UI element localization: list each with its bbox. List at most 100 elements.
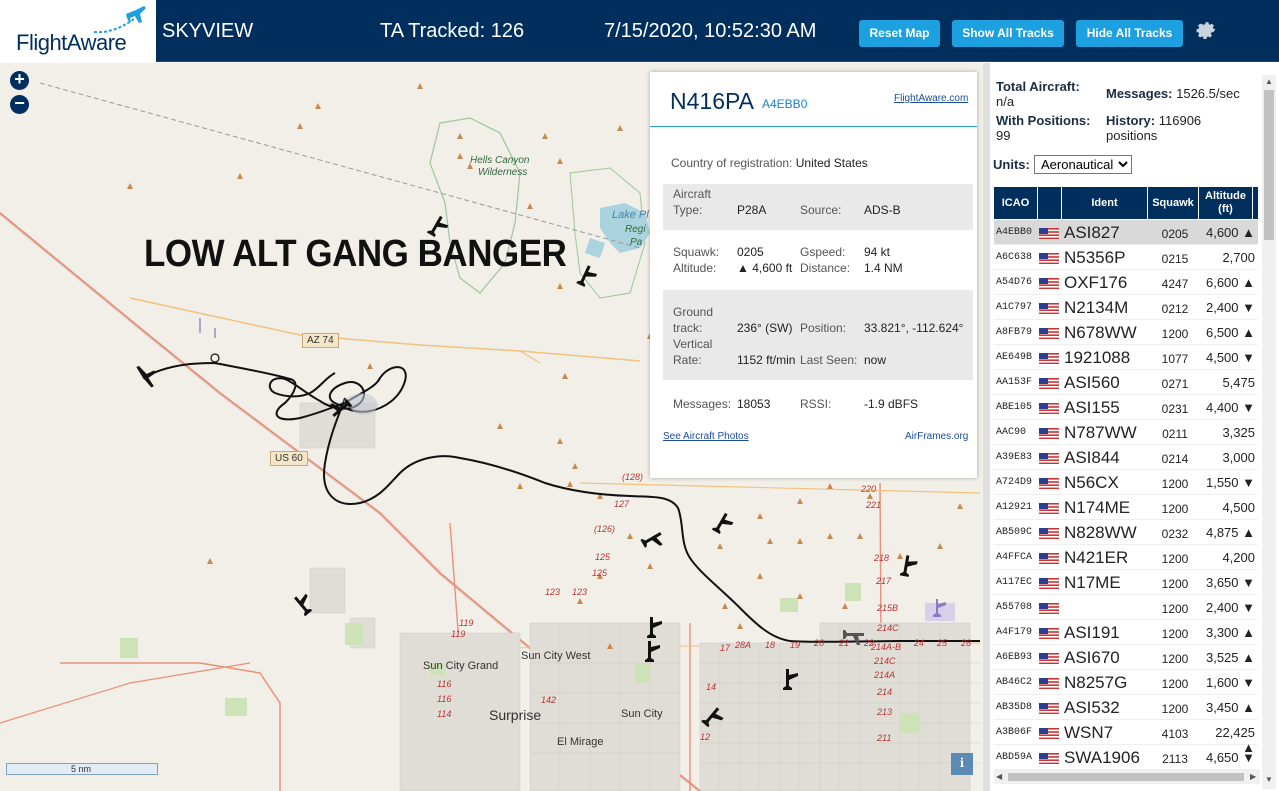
table-row[interactable]: A4F179 ASI191 1200 3,300 ▲ [994,620,1258,645]
row-icao: AAC90 [996,427,1027,438]
scroll-right-arrow-icon[interactable]: ▶ [1250,772,1256,781]
us-flag-icon [1039,228,1059,239]
table-row[interactable]: A6C638 N5356P 0215 2,700 [994,245,1258,270]
scroll-left-arrow-icon[interactable]: ◀ [996,772,1002,781]
regi-label: Regi [625,224,646,235]
column-header-flag [1038,187,1062,219]
row-icao: A4F179 [996,627,1033,638]
route-number: 214 [877,687,893,697]
row-squawk: 1200 [1161,677,1189,691]
table-row[interactable]: AB35D8 ASI532 1200 3,450 ▲ [994,695,1258,720]
row-squawk: 4103 [1161,727,1189,741]
table-row[interactable]: ABD59A SWA1906 2113 4,650 ▼ [994,745,1258,770]
row-ident: ASI532 [1064,698,1120,717]
table-row[interactable]: A12921 N174ME 1200 4,500 [994,495,1258,520]
flightaware-logo[interactable]: FlightAware [0,0,156,62]
us-flag-icon [1039,428,1059,439]
route-number: 127 [614,499,630,509]
brand-wordmark: FlightAware [16,30,127,55]
scroll-down-arrow-icon[interactable]: ▼ [1265,775,1273,784]
table-row[interactable]: A54D76 OXF176 4247 6,600 ▲ [994,270,1258,295]
row-icao: A724D9 [996,477,1033,488]
table-row[interactable]: AB509C N828WW 0232 4,875 ▲ [994,520,1258,545]
table-row[interactable]: AAC90 N787WW 0211 3,325 [994,420,1258,445]
info-button[interactable]: i [951,753,973,775]
selected-aircraft-header: N416PA A4EBB0 FlightAware.com [650,72,977,127]
scrollbar-thumb[interactable] [1264,90,1274,240]
sun-city-west-label: Sun City West [521,650,591,662]
table-row[interactable]: A8FB79 N678WW 1200 6,500 ▲ [994,320,1258,345]
row-altitude: 3,525 ▲ [1205,650,1255,665]
country-row: Country of registration: United States [663,156,973,172]
table-row[interactable]: A6EB93 ASI670 1200 3,525 ▲ [994,645,1258,670]
table-row[interactable]: ABE105 ASI155 0231 4,400 ▼ [994,395,1258,420]
row-squawk: 1200 [1161,577,1189,591]
row-squawk: 0205 [1161,227,1189,241]
flightaware-link[interactable]: FlightAware.com [894,93,968,104]
row-squawk: 1200 [1161,327,1189,341]
row-squawk: 1200 [1161,702,1189,716]
route-number: 214C [877,623,899,633]
route-number: (126) [594,524,616,534]
zoom-in-button[interactable]: + [10,70,29,90]
column-header-squawk[interactable]: Squawk [1148,187,1199,219]
squawk-row: Squawk: 0205 Gspeed: 94 kt Altitude: ▲ 4… [663,242,973,278]
us-flag-icon [1039,378,1059,389]
us-flag-icon [1039,553,1059,564]
row-ident: ASI191 [1064,623,1120,642]
row-squawk: 0231 [1161,402,1189,416]
units-select[interactable]: Aeronautical [1034,155,1132,174]
sidebar-splitter[interactable] [983,63,990,791]
table-row[interactable]: A3B06F WSN7 4103 22,425 ▲ [994,720,1258,755]
row-squawk: 0214 [1161,452,1189,466]
messages-label: Messages: [673,397,732,411]
table-row[interactable]: A55708 1200 2,400 ▼ [994,595,1258,620]
table-row[interactable]: AA153F ASI560 0271 5,475 [994,370,1258,395]
airframes-link[interactable]: AirFrames.org [905,431,968,442]
table-row[interactable]: AB46C2 N8257G 1200 1,600 ▼ [994,670,1258,695]
reset-map-button[interactable]: Reset Map [859,20,940,47]
table-row[interactable]: AE649B 1921088 1077 4,500 ▼ [994,345,1258,370]
hide-all-tracks-button[interactable]: Hide All Tracks [1076,20,1183,47]
route-number: 217 [876,576,892,586]
table-row[interactable]: A4FFCA N421ER 1200 4,200 [994,545,1258,570]
row-icao: A39E83 [996,452,1033,463]
route-number: 214A-B [871,642,902,652]
row-ident: N5356P [1064,248,1126,267]
row-altitude: 5,475 [1222,375,1255,390]
show-all-tracks-button[interactable]: Show All Tracks [952,20,1064,47]
row-icao: AE649B [996,352,1033,363]
position-label: Position: [800,321,847,335]
rssi-label: RSSI: [800,397,832,411]
top-header-bar: FlightAware SKYVIEW TA Tracked: 126 7/15… [0,0,1279,62]
row-squawk: 1077 [1161,352,1189,366]
scrollbar-thumb[interactable] [1008,773,1244,781]
type-label-2: Type: [673,203,703,217]
column-header-altitude[interactable]: Altitude (ft) [1199,187,1253,219]
table-row[interactable]: A39E83 ASI844 0214 3,000 [994,445,1258,470]
table-row[interactable]: A4EBB0 ASI827 0205 4,600 ▲ [994,220,1258,245]
row-ident: OXF176 [1064,273,1128,292]
messages-stat: Messages: 1526.5/sec [1106,86,1240,101]
us-flag-icon [1039,653,1059,664]
selected-icao: A4EBB0 [762,97,808,111]
scroll-up-arrow-icon[interactable]: ▲ [1265,77,1273,86]
route-number: (128) [622,472,644,482]
table-row[interactable]: A117EC N17ME 1200 3,650 ▼ [994,570,1258,595]
route-number: 17 [720,643,731,653]
zoom-out-button[interactable]: − [10,94,29,114]
skyview-app: { "header": { "brand": "FlightAware", "a… [0,0,1279,791]
gear-icon[interactable] [1194,18,1218,42]
aircraft-photos-link[interactable]: See Aircraft Photos [663,431,749,442]
units-label: Units: [993,157,1030,172]
vertical-scrollbar[interactable]: ▲ ▼ [1262,75,1276,789]
total-aircraft-label: Total Aircraft: [996,79,1080,94]
table-row[interactable]: A724D9 N56CX 1200 1,550 ▼ [994,470,1258,495]
column-header-icao[interactable]: ICAO [994,187,1038,219]
row-squawk: 1200 [1161,477,1189,491]
table-row[interactable]: A1C797 N2134M 0212 2,400 ▼ [994,295,1258,320]
lastseen-value: now [864,353,887,367]
column-header-ident[interactable]: Ident [1062,187,1148,219]
row-altitude: 4,200 [1222,550,1255,565]
horizontal-scrollbar[interactable]: ◀ ▶ [994,770,1260,784]
